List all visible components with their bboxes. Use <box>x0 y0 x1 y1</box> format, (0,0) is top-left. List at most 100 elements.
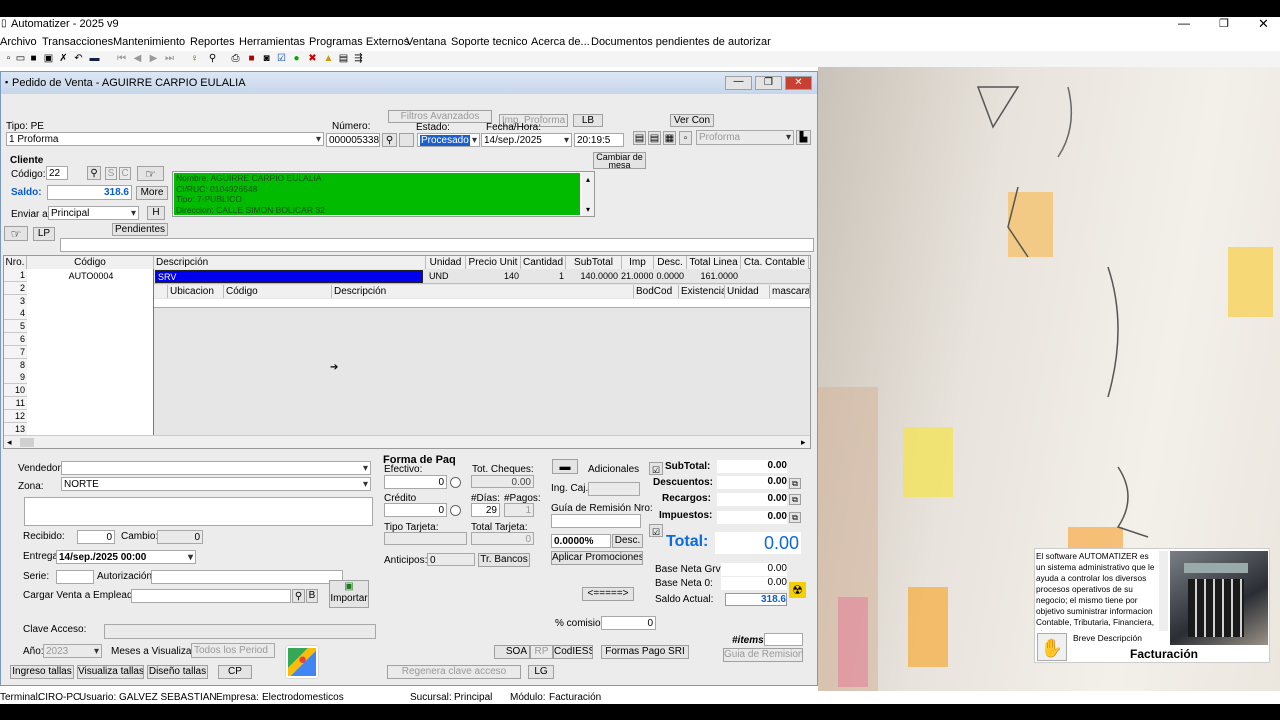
radiation-icon[interactable]: ☢ <box>789 582 806 598</box>
menu-item-3[interactable]: Reportes <box>190 36 235 48</box>
estado-select[interactable]: Procesado <box>417 133 480 147</box>
diseno-tallas-button[interactable]: Diseño tallas <box>147 665 208 679</box>
numero-field[interactable]: 000005338 <box>326 133 380 147</box>
next-icon[interactable]: ▶ <box>148 53 159 64</box>
menu-item-5[interactable]: Programas Externos <box>309 36 409 48</box>
aplicar-promociones-button[interactable]: Aplicar Promociones <box>551 551 643 565</box>
print-icon[interactable]: ▬ <box>89 53 100 64</box>
print-doc-icon[interactable]: ▤ <box>633 131 646 145</box>
serie-field[interactable] <box>56 570 94 584</box>
printer-icon[interactable]: ⎙ <box>230 53 241 64</box>
cancel-icon[interactable]: ✖ <box>307 53 318 64</box>
empleado-search-icon[interactable]: ⚲ <box>292 589 305 603</box>
cp-button[interactable]: CP <box>218 665 252 679</box>
scroll-left-icon[interactable]: ◂ <box>7 437 12 448</box>
grid-header-2[interactable]: Descripción <box>154 256 426 269</box>
lp-button[interactable]: LP <box>33 227 55 241</box>
minimize-button[interactable]: — <box>1178 16 1190 30</box>
grid-icon[interactable]: ▤ <box>338 53 349 64</box>
subgrid-header-4[interactable]: Existencia <box>679 285 725 298</box>
codiess-button[interactable]: CodIESS <box>553 645 593 659</box>
ing-caja-icon[interactable]: ▬ <box>552 459 578 474</box>
visualiza-tallas-button[interactable]: Visualiza tallas <box>77 665 144 679</box>
grid-header-10[interactable]: Cta. Contable <box>741 256 809 269</box>
enviar-select[interactable]: Principal <box>48 206 139 220</box>
row-1-desc[interactable]: 0.0000 <box>655 270 684 283</box>
row-1-unidad[interactable]: UND <box>427 270 467 283</box>
pedido-close-button[interactable]: ✕ <box>785 76 812 90</box>
ingreso-tallas-button[interactable]: Ingreso tallas <box>10 665 74 679</box>
pagos-field[interactable]: 1 <box>504 503 534 517</box>
grid-header-6[interactable]: SubTotal <box>566 256 622 269</box>
ok-icon[interactable]: ● <box>291 53 302 64</box>
meses-field[interactable]: Todos los Period <box>191 643 275 658</box>
subgrid-header-2[interactable]: Descripción <box>332 285 634 298</box>
descuentos-detail-icon[interactable]: ⧉ <box>789 478 801 489</box>
report-icon[interactable]: ■ <box>246 53 257 64</box>
fecha-field[interactable]: 14/sep./2025 <box>481 133 572 147</box>
lb-button[interactable]: LB <box>573 114 603 127</box>
grid-header-8[interactable]: Desc. <box>654 256 687 269</box>
s-button[interactable]: S <box>105 167 117 180</box>
maps-icon[interactable]: ● <box>286 646 318 678</box>
subgrid-header-6[interactable]: mascara <box>770 285 810 298</box>
row-1-imp[interactable]: 21.0000 <box>621 270 653 283</box>
camera-icon[interactable]: ◙ <box>261 53 272 64</box>
codigo-search-icon[interactable]: ⚲ <box>87 166 101 180</box>
autorizacion-field[interactable] <box>151 570 343 584</box>
blank-doc-icon[interactable]: ▫ <box>679 131 692 145</box>
copy-doc-icon[interactable]: ▤ <box>648 131 661 145</box>
formas-pago-sri-button[interactable]: Formas Pago SRI <box>601 645 689 659</box>
recargos-detail-icon[interactable]: ⧉ <box>789 494 801 505</box>
guia-nro-field[interactable] <box>551 514 641 528</box>
delete-icon[interactable]: ✗ <box>58 53 69 64</box>
regenera-clave-button[interactable]: Regenera clave acceso <box>387 665 521 679</box>
codigo-field[interactable]: 22 <box>46 166 68 180</box>
check-subtotal-icon[interactable]: ☑ <box>649 462 663 475</box>
grid-header-5[interactable]: Cantidad <box>521 256 566 269</box>
observaciones-field[interactable] <box>24 497 373 526</box>
row-1-precio[interactable]: 140 <box>467 270 519 283</box>
items-grid[interactable]: Nro. Código Descripción Unidad Precio Unit Ca… <box>3 255 811 449</box>
tipo-select[interactable]: 1 Proforma <box>6 132 324 146</box>
importar-button[interactable]: ▣ Importar <box>329 580 369 608</box>
menu-item-0[interactable]: Archivo <box>0 36 37 48</box>
dias-field[interactable]: 29 <box>471 503 500 517</box>
subgrid-header-0[interactable]: Ubicacion <box>168 285 224 298</box>
arrow-button[interactable]: <=====> <box>582 587 634 601</box>
tipo-tarjeta-field[interactable] <box>384 532 467 545</box>
hand-pointer-icon[interactable]: ☞ <box>137 166 164 181</box>
grid-header-4[interactable]: Precio Unit <box>466 256 521 269</box>
export-icon[interactable]: ⇶ <box>353 53 364 64</box>
c-button[interactable]: C <box>119 167 131 180</box>
help-icon[interactable]: ♀ <box>189 53 200 64</box>
recibido-field[interactable]: 0 <box>77 530 115 544</box>
warning-icon[interactable]: ▲ <box>323 53 334 64</box>
pedido-maximize-button[interactable]: ❐ <box>755 76 782 90</box>
menu-item-2[interactable]: Mantenimiento <box>113 36 185 48</box>
numero-clear-button[interactable] <box>399 133 414 147</box>
promo-scrollbar[interactable] <box>1159 551 1168 631</box>
new-icon[interactable]: ▫ <box>3 53 14 64</box>
desc-button[interactable]: Desc. <box>612 534 643 548</box>
soa-button[interactable]: SOA <box>494 645 530 659</box>
credito-field[interactable]: 0 <box>384 503 447 517</box>
check-subtotal2-icon[interactable]: ☑ <box>649 524 663 537</box>
subgrid-header-1[interactable]: Código <box>224 285 332 298</box>
last-icon[interactable]: ⏭ <box>164 53 175 64</box>
comision-field[interactable]: 0 <box>601 616 656 630</box>
check-doc-icon[interactable]: ☑ <box>276 53 287 64</box>
zona-select[interactable]: NORTE <box>61 477 371 491</box>
menu-item-9[interactable]: Documentos pendientes de autorizar <box>591 36 771 48</box>
save-as-icon[interactable]: ▣ <box>43 53 54 64</box>
efectivo-radio[interactable] <box>450 477 461 488</box>
first-icon[interactable]: ⏮ <box>116 53 127 64</box>
vendedor-select[interactable] <box>61 461 371 475</box>
undo-icon[interactable]: ↶ <box>73 53 84 64</box>
grid-header-7[interactable]: Imp <box>622 256 654 269</box>
menu-item-4[interactable]: Herramientas <box>239 36 305 48</box>
grid-header-3[interactable]: Unidad <box>426 256 466 269</box>
impuestos-detail-icon[interactable]: ⧉ <box>789 512 801 523</box>
subgrid-header-3[interactable]: BodCod <box>634 285 679 298</box>
open-icon[interactable]: ▭ <box>15 53 26 64</box>
